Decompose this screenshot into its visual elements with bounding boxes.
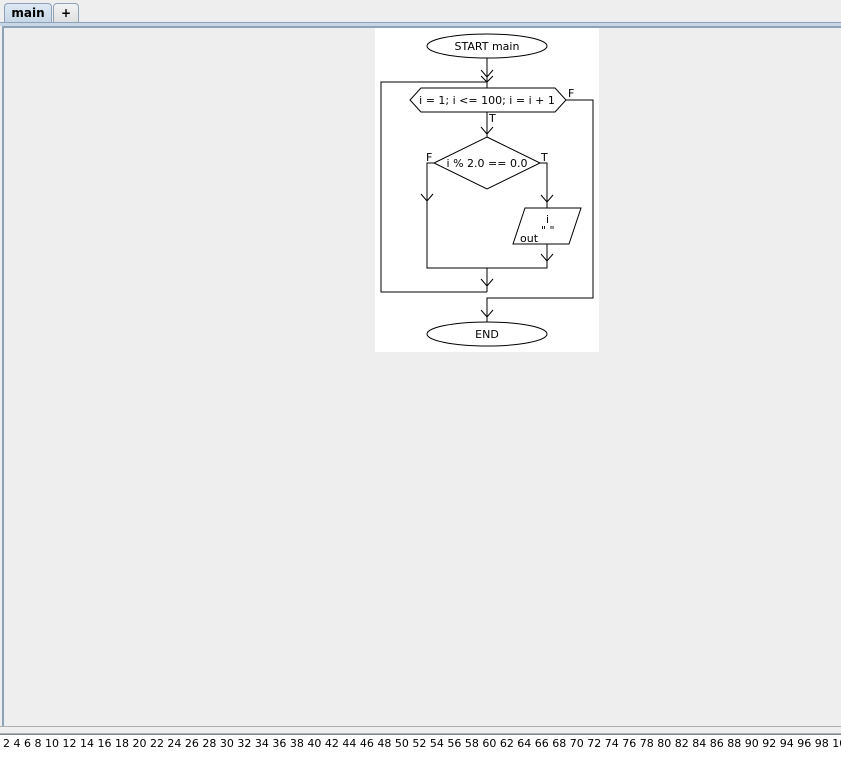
output-separator-label: " " <box>541 224 555 237</box>
flowchart-diagram: START main i = 1; i <= 100; i = i + 1 F … <box>375 28 599 352</box>
split-divider[interactable] <box>0 726 841 734</box>
condition-false-label: F <box>426 151 432 164</box>
start-label: START main <box>455 40 520 53</box>
loop-true-label: T <box>488 112 496 125</box>
output-console: 2 4 6 8 10 12 14 16 18 20 22 24 26 28 30… <box>0 734 841 757</box>
condition-label: i % 2.0 == 0.0 <box>447 157 528 170</box>
condition-true-label: T <box>540 151 548 164</box>
loop-label: i = 1; i <= 100; i = i + 1 <box>419 94 555 107</box>
loop-false-label: F <box>568 87 574 100</box>
output-keyword-label: out <box>520 232 539 245</box>
end-label: END <box>475 328 499 341</box>
